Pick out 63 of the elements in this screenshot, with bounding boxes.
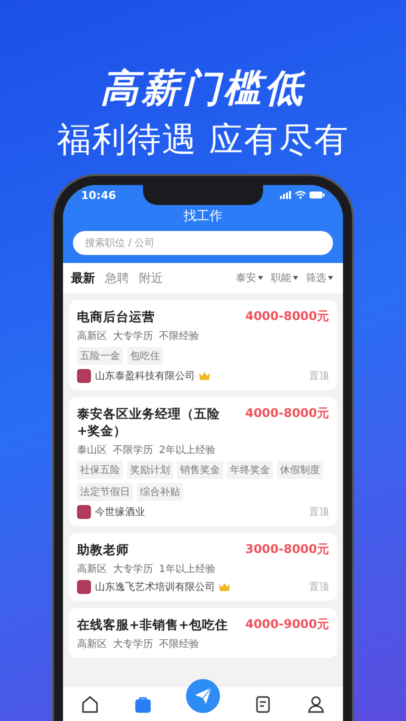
pinned-label: 置顶 (309, 580, 329, 594)
company-name: 今世缘酒业 (95, 506, 145, 519)
dropdown-arrow-icon (258, 276, 263, 280)
job-card[interactable]: 在线客服+非销售+包吃住 4000-9000元 高新区 大专学历 不限经验 (69, 608, 337, 658)
job-requirement: 1年以上经验 (159, 562, 216, 576)
job-card[interactable]: 电商后台运营 4000-8000元 高新区 大专学历 不限经验 五险一金 包吃住 山东泰盈科技有限公司 置顶 (69, 300, 337, 390)
salary: 4000-8000元 (245, 405, 329, 422)
search-field[interactable]: 搜索职位 / 公司 (73, 231, 333, 255)
benefit-tag: 年终奖金 (227, 461, 273, 479)
job-requirement: 不限学历 (113, 444, 153, 457)
benefit-tag: 综合补贴 (137, 483, 183, 501)
filter-dropdown[interactable]: 职能 (269, 271, 300, 285)
benefit-tag: 包吃住 (127, 347, 163, 365)
salary: 4000-8000元 (245, 308, 329, 325)
benefit-tag: 销售奖金 (177, 461, 223, 479)
job-requirement: 高新区 (77, 638, 107, 651)
pinned-label: 置顶 (309, 370, 329, 383)
benefit-tag: 休假制度 (277, 461, 323, 479)
job-title: 泰安各区业务经理（五险+奖金） (77, 405, 221, 439)
benefit-tag: 奖励计划 (127, 461, 173, 479)
company-logo (77, 505, 91, 519)
job-requirement: 泰山区 (77, 444, 107, 457)
company-name: 山东泰盈科技有限公司 (95, 370, 195, 383)
filter-dropdown[interactable]: 筛选 (304, 271, 335, 285)
signal-icon (280, 191, 292, 199)
job-requirement: 高新区 (77, 330, 107, 343)
job-requirement: 不限经验 (159, 330, 199, 343)
job-requirement: 大专学历 (113, 562, 153, 576)
job-title: 电商后台运营 (77, 308, 155, 325)
home-tab-icon[interactable] (80, 694, 100, 714)
job-card[interactable]: 泰安各区业务经理（五险+奖金） 4000-8000元 泰山区 不限学历 2年以上经验 社保五险 奖励计划 销售奖金 年终奖金 休假制度 法定节假日 综合补贴 今世缘酒业 置顶 (69, 397, 337, 526)
wifi-icon (295, 191, 306, 199)
dropdown-arrow-icon (328, 276, 333, 280)
company-logo (77, 369, 91, 383)
subheadline: 福利待遇 应有尽有 (57, 119, 349, 162)
job-requirement: 大专学历 (113, 330, 153, 343)
filter-dropdown[interactable]: 泰安 (234, 271, 265, 285)
pinned-label: 置顶 (309, 506, 329, 519)
job-requirement: 2年以上经验 (159, 444, 216, 457)
salary: 3000-8000元 (245, 541, 329, 558)
salary: 4000-9000元 (245, 616, 329, 633)
tab[interactable]: 最新 (71, 270, 101, 286)
job-requirement: 大专学历 (113, 638, 153, 651)
dropdown-arrow-icon (293, 276, 298, 280)
person-tab-icon[interactable] (306, 694, 326, 714)
page-title: 找工作 (182, 208, 224, 226)
benefit-tag: 法定节假日 (77, 483, 133, 501)
battery-icon (309, 191, 325, 199)
benefit-tag: 社保五险 (77, 461, 123, 479)
benefit-tag: 五险一金 (77, 347, 123, 365)
paper-plane-icon (194, 687, 212, 705)
company-name: 山东逸飞艺术培训有限公司 (95, 580, 215, 594)
send-button[interactable] (186, 679, 220, 713)
headline: 高薪门槛低 (100, 65, 306, 112)
tab[interactable]: 附近 (139, 270, 169, 286)
company-logo (77, 580, 91, 594)
tab[interactable]: 急聘 (105, 270, 135, 286)
job-requirement: 不限经验 (159, 638, 199, 651)
job-card[interactable]: 助教老师 3000-8000元 高新区 大专学历 1年以上经验 山东逸飞艺术培训有限公司 置顶 (69, 533, 337, 601)
job-requirement: 高新区 (77, 562, 107, 576)
job-title: 助教老师 (77, 541, 129, 558)
status-time: 10:46 (81, 188, 116, 202)
job-title: 在线客服+非销售+包吃住 (77, 616, 228, 633)
